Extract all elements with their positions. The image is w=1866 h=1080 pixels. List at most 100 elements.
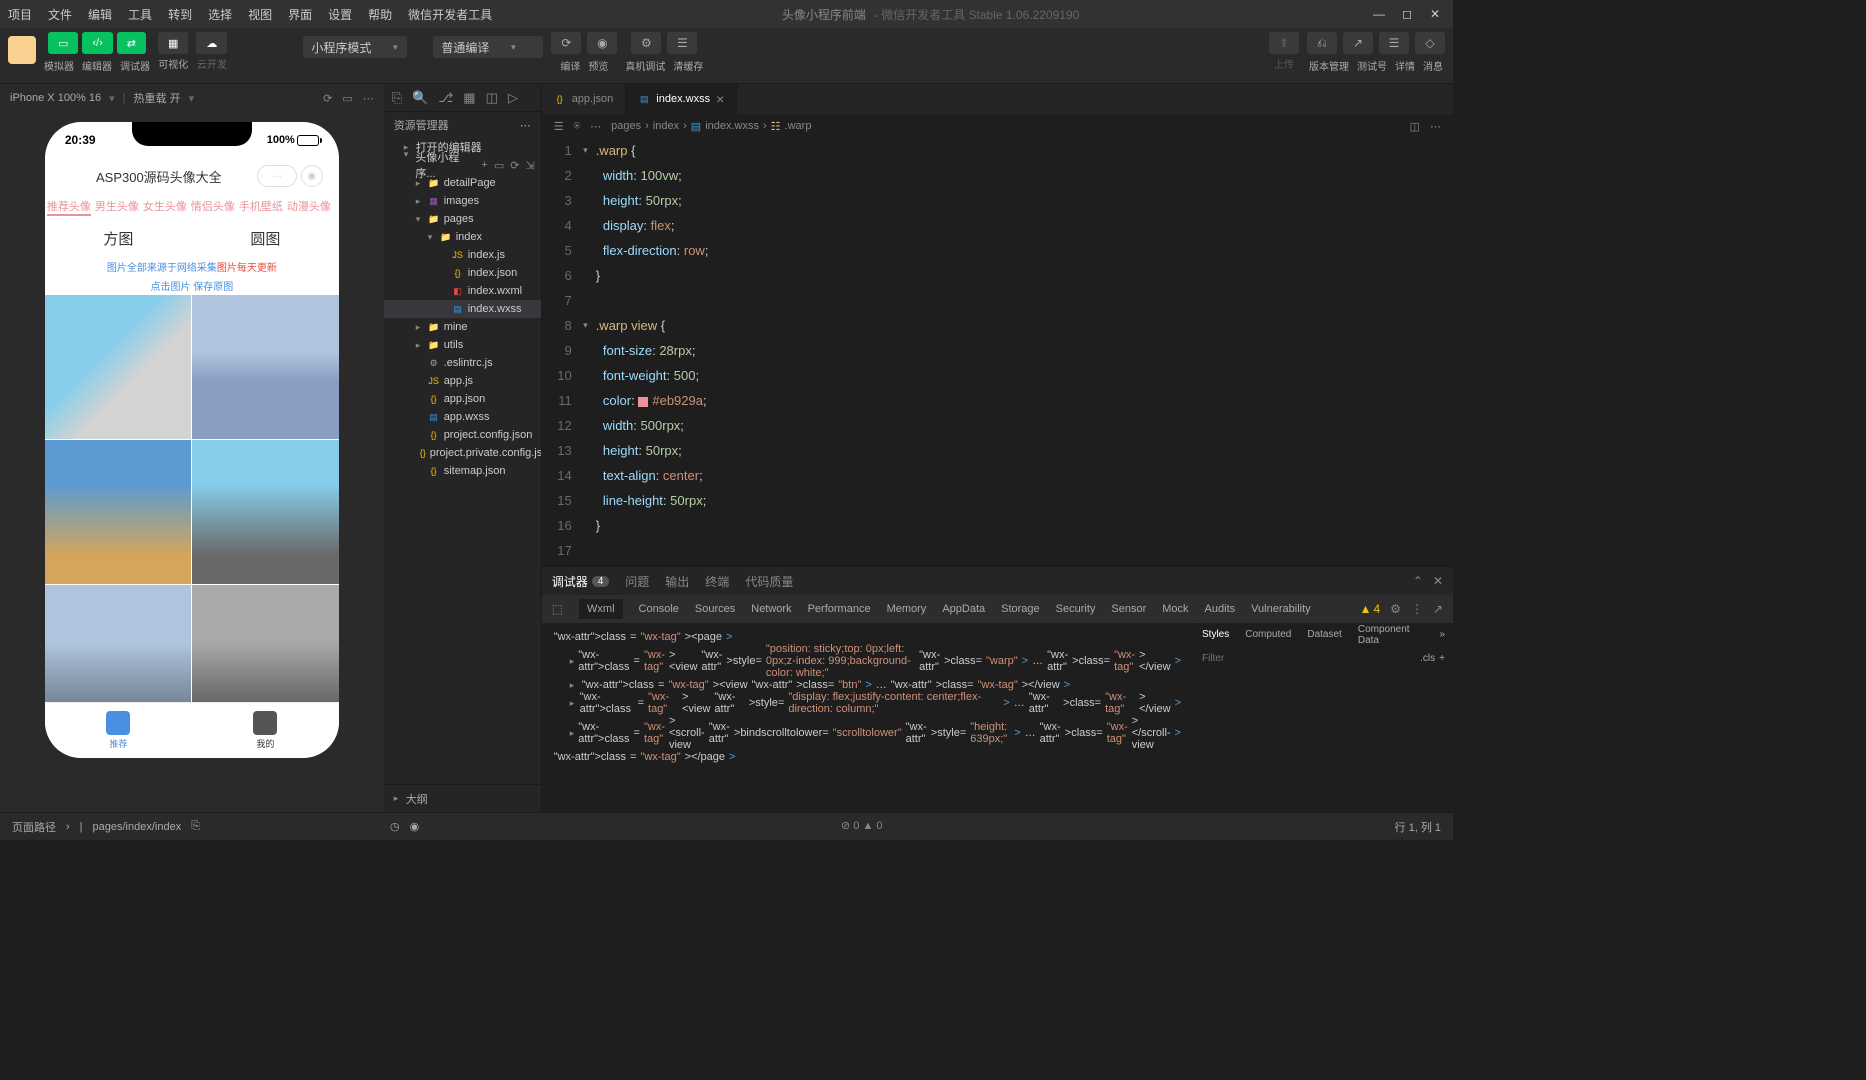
menu-帮助[interactable]: 帮助 bbox=[368, 6, 392, 23]
editor-tab[interactable]: {}app.json bbox=[542, 84, 627, 114]
tree-item[interactable]: JSapp.js bbox=[384, 372, 541, 390]
hotreload-toggle[interactable]: 热重载 开 bbox=[134, 90, 181, 106]
split-icon[interactable]: ◫ bbox=[486, 90, 498, 106]
split-editor-icon[interactable]: ◫ bbox=[1410, 120, 1420, 133]
outline-section[interactable]: ▸大纲 bbox=[384, 784, 541, 812]
wxml-node[interactable]: ▸"wx-attr">class="wx-tag"><view "wx-attr… bbox=[554, 643, 1181, 679]
new-file-icon[interactable]: + bbox=[481, 159, 487, 172]
styles-tab[interactable]: Computed bbox=[1237, 623, 1299, 646]
tree-item[interactable]: ▾📁index bbox=[384, 228, 541, 246]
test-button[interactable]: ↗ bbox=[1343, 32, 1373, 54]
message-button[interactable]: ◇ bbox=[1415, 32, 1445, 54]
compile-button[interactable]: ⟳ bbox=[551, 32, 581, 54]
devtools-tab[interactable]: Console bbox=[639, 603, 679, 615]
devtools-tab[interactable]: Storage bbox=[1001, 603, 1040, 615]
styles-tab[interactable]: Dataset bbox=[1299, 623, 1349, 646]
menu-编辑[interactable]: 编辑 bbox=[88, 6, 112, 23]
avatar-button[interactable] bbox=[8, 36, 36, 64]
dbg-tab[interactable]: 终端 bbox=[705, 573, 729, 590]
image-thumbnail[interactable] bbox=[45, 295, 192, 439]
wxml-panel[interactable]: "wx-attr">class="wx-tag"><page>▸"wx-attr… bbox=[542, 623, 1193, 812]
page-path-value[interactable]: pages/index/index bbox=[93, 821, 182, 833]
bookmark-icon[interactable]: ⍟ bbox=[574, 120, 581, 133]
cls-button[interactable]: .cls bbox=[1420, 653, 1435, 664]
editor-tab[interactable]: ▤index.wxss× bbox=[626, 84, 737, 114]
float-icon[interactable]: ▭ bbox=[342, 92, 352, 105]
tree-item[interactable]: ▸📁mine bbox=[384, 318, 541, 336]
refresh-icon[interactable]: ⟳ bbox=[323, 92, 332, 105]
dock-icon[interactable]: ⋮ bbox=[1411, 602, 1423, 616]
files-icon[interactable]: ⎘ bbox=[392, 90, 402, 106]
image-thumbnail[interactable] bbox=[45, 440, 192, 584]
wxml-node[interactable]: ▸"wx-attr">class="wx-tag"><scroll-view "… bbox=[554, 715, 1181, 751]
filter-input[interactable] bbox=[1202, 653, 1302, 664]
outline-icon[interactable]: ☰ bbox=[554, 120, 564, 133]
more-styles-icon[interactable]: » bbox=[1431, 623, 1453, 646]
new-folder-icon[interactable]: ▭ bbox=[494, 159, 504, 172]
tree-item[interactable]: {}project.config.json bbox=[384, 426, 541, 444]
devtools-tab[interactable]: Wxml bbox=[579, 599, 623, 619]
devtools-tab[interactable]: Performance bbox=[808, 603, 871, 615]
nav-tab[interactable]: 手机壁纸 bbox=[239, 198, 283, 216]
menu-界面[interactable]: 界面 bbox=[288, 6, 312, 23]
devtools-tab[interactable]: Mock bbox=[1162, 603, 1188, 615]
ext-icon[interactable]: ▦ bbox=[463, 90, 475, 106]
devtools-tab[interactable]: AppData bbox=[942, 603, 985, 615]
maximize-button[interactable]: ◻ bbox=[1397, 4, 1417, 24]
eye-icon[interactable]: ◉ bbox=[410, 820, 420, 833]
tree-item[interactable]: ▸📁detailPage bbox=[384, 174, 541, 192]
preview-button[interactable]: ◉ bbox=[587, 32, 617, 54]
cloud-toggle[interactable]: ☁ bbox=[196, 32, 227, 54]
menu-工具[interactable]: 工具 bbox=[128, 6, 152, 23]
tree-item[interactable]: ▸▦images bbox=[384, 192, 541, 210]
refresh-icon[interactable]: ⟳ bbox=[510, 159, 519, 172]
compile-dropdown[interactable]: 普通编译 ▼ bbox=[433, 36, 543, 58]
tree-item[interactable]: ▤app.wxss bbox=[384, 408, 541, 426]
tree-item[interactable]: ▸📁utils bbox=[384, 336, 541, 354]
minimize-button[interactable]: — bbox=[1369, 4, 1389, 24]
image-thumbnail[interactable] bbox=[192, 440, 339, 584]
cursor-position[interactable]: 行 1, 列 1 bbox=[1395, 819, 1441, 835]
tree-item[interactable]: {}app.json bbox=[384, 390, 541, 408]
wxml-node[interactable]: "wx-attr">class="wx-tag"><page> bbox=[554, 631, 1181, 643]
dbg-tab[interactable]: 调试器4 bbox=[552, 573, 610, 590]
more-actions-icon[interactable]: ⋯ bbox=[1430, 120, 1441, 133]
nav-tab[interactable]: 情侣头像 bbox=[191, 198, 235, 216]
mode-dropdown[interactable]: 小程序模式 ▼ bbox=[303, 36, 407, 58]
dbg-tab[interactable]: 代码质量 bbox=[745, 573, 793, 590]
devtools-tab[interactable]: Security bbox=[1056, 603, 1096, 615]
settings-icon[interactable]: ⚙ bbox=[1390, 602, 1401, 616]
collapse-icon[interactable]: ⌃ bbox=[1413, 574, 1423, 588]
git-icon[interactable]: ⎇ bbox=[438, 90, 453, 106]
styles-tab[interactable]: Styles bbox=[1194, 623, 1237, 646]
close-button[interactable]: ✕ bbox=[1425, 4, 1445, 24]
close-capsule-button[interactable]: ◉ bbox=[301, 165, 323, 187]
devtools-tab[interactable]: Network bbox=[751, 603, 791, 615]
tree-item[interactable]: {}project.private.config.js... bbox=[384, 444, 541, 462]
nav-tab[interactable]: 推荐头像 bbox=[47, 198, 91, 216]
breadcrumb-path[interactable]: pages› index› ▤index.wxss› ☷.warp bbox=[611, 120, 811, 133]
tree-item[interactable]: ▤index.wxss bbox=[384, 300, 541, 318]
tree-item[interactable]: {}sitemap.json bbox=[384, 462, 541, 480]
image-thumbnail[interactable] bbox=[192, 295, 339, 439]
code-body[interactable]: .warp { width: 100vw; height: 50rpx; dis… bbox=[592, 138, 1453, 566]
nav-tab[interactable]: 动漫头像 bbox=[287, 198, 331, 216]
search-icon[interactable]: 🔍 bbox=[412, 90, 428, 106]
devtools-tab[interactable]: Sensor bbox=[1111, 603, 1146, 615]
remote-debug-button[interactable]: ⚙ bbox=[631, 32, 661, 54]
devtools-tab[interactable]: Vulnerability bbox=[1251, 603, 1311, 615]
menu-转到[interactable]: 转到 bbox=[168, 6, 192, 23]
perf-icon[interactable]: ◷ bbox=[390, 820, 400, 833]
copy-icon[interactable]: ⎘ bbox=[191, 820, 200, 833]
wxml-node[interactable]: "wx-attr">class="wx-tag"></page> bbox=[554, 751, 1181, 763]
wxml-node[interactable]: ▸"wx-attr">class="wx-tag"><view "wx-attr… bbox=[554, 691, 1181, 715]
wxml-node[interactable]: ▸"wx-attr">class="wx-tag"><view "wx-attr… bbox=[554, 679, 1181, 691]
menu-视图[interactable]: 视图 bbox=[248, 6, 272, 23]
devtools-tab[interactable]: Audits bbox=[1205, 603, 1236, 615]
tree-item[interactable]: {}index.json bbox=[384, 264, 541, 282]
devtools-tab[interactable]: Memory bbox=[887, 603, 927, 615]
tabbar-recommend[interactable]: 推荐 bbox=[106, 711, 130, 750]
float-icon[interactable]: ↗ bbox=[1433, 602, 1443, 616]
tree-item[interactable]: ◧index.wxml bbox=[384, 282, 541, 300]
menu-选择[interactable]: 选择 bbox=[208, 6, 232, 23]
